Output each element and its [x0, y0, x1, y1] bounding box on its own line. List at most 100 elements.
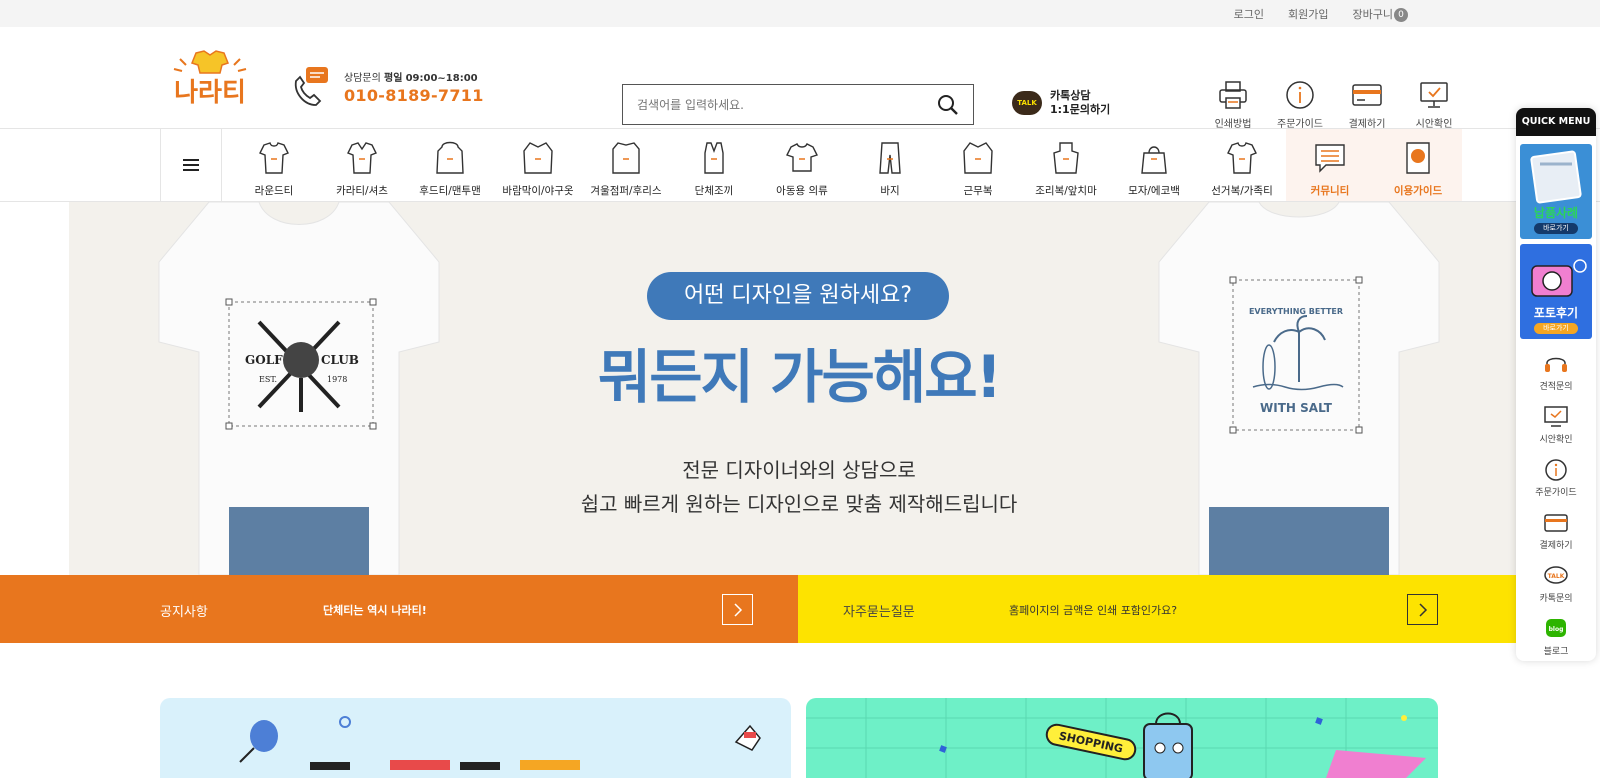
top-links: 로그인 회원가입 장바구니 0: [1234, 0, 1408, 27]
top-bar: 로그인 회원가입 장바구니 0: [0, 0, 1600, 27]
notice-text[interactable]: 단체티는 역시 나라티!: [323, 602, 427, 618]
site-logo[interactable]: 나라티: [160, 49, 260, 109]
kakao-talk-consult[interactable]: TALK 카톡상담 1:1문의하기: [1012, 89, 1110, 117]
category-item[interactable]: 카라티/셔츠: [318, 129, 406, 201]
apron-icon: [1053, 142, 1079, 174]
chevron-right-icon: [733, 602, 742, 617]
qm-blog[interactable]: blog 블로그: [1516, 617, 1596, 657]
category-item[interactable]: 겨울점퍼/후리스: [582, 129, 670, 201]
shirt-text-year: 1978: [327, 375, 347, 384]
site-header: 나라티 상담문의 평일 09:00~18:00 010-8189-7711 TA…: [0, 27, 1600, 130]
kakao-talk-icon: TALK: [1544, 566, 1568, 584]
faq-bar: 자주묻는질문 홈페이지의 금액은 인쇄 포함인가요?: [798, 575, 1540, 643]
blog-badge-text: blog: [1549, 626, 1564, 633]
quick-order-guide[interactable]: 주문가이드: [1275, 79, 1325, 130]
qm-label: 카톡문의: [1539, 594, 1573, 604]
category-label: 선거복/가족티: [1211, 185, 1273, 197]
promo-card-left[interactable]: [160, 698, 791, 778]
info-icon: [1286, 81, 1314, 109]
qm-order-guide[interactable]: 주문가이드: [1516, 458, 1596, 498]
banner-label: 납품사례: [1533, 206, 1579, 220]
faq-text[interactable]: 홈페이지의 금액은 인쇄 포함인가요?: [1009, 602, 1177, 618]
hero-headline: 뭐든지 가능해요!: [597, 343, 1002, 411]
category-label: 조리복/앞치마: [1035, 185, 1097, 197]
qm-label: 시안확인: [1539, 435, 1573, 445]
quick-payment[interactable]: 결제하기: [1342, 79, 1392, 130]
category-nav: 라운드티 카라티/셔츠 후드티/맨투맨 바람막이/야구옷 겨울점퍼/후리스 단체조끼 아동용…: [0, 129, 1600, 202]
category-item[interactable]: 근무복: [934, 129, 1022, 201]
balloon-illustration: [239, 716, 761, 770]
hero-pill: 어떤 디자인을 원하세요?: [647, 272, 949, 320]
search-icon[interactable]: [937, 94, 959, 116]
all-categories-button[interactable]: [160, 129, 222, 201]
quick-draft-check[interactable]: 시안확인: [1409, 79, 1459, 130]
faq-next-button[interactable]: [1407, 594, 1438, 625]
monitor-check-icon: [1420, 82, 1448, 108]
phone-label: 상담문의: [344, 73, 381, 84]
category-item[interactable]: 아동용 의류: [758, 129, 846, 201]
category-label: 커뮤니티: [1310, 185, 1350, 197]
signup-link[interactable]: 회원가입: [1288, 6, 1328, 22]
category-label: 모자/에코백: [1128, 185, 1180, 197]
blog-icon: blog: [1546, 619, 1566, 637]
category-item[interactable]: 라운드티: [230, 129, 318, 201]
category-item[interactable]: 바람막이/야구옷: [494, 129, 582, 201]
notice-bar: 공지사항 단체티는 역시 나라티!: [0, 575, 798, 643]
qm-kakao[interactable]: TALK 카톡문의: [1516, 564, 1596, 604]
hero-subtext-1: 전문 디자이너와의 상담으로: [682, 458, 916, 482]
election-shirt-icon: [1227, 142, 1257, 174]
notice-title[interactable]: 공지사항: [160, 601, 208, 620]
talk-line1: 카톡상담: [1050, 89, 1091, 102]
category-item[interactable]: 단체조끼: [670, 129, 758, 201]
promo-card-right[interactable]: SHOPPING: [806, 698, 1438, 778]
qm-estimate[interactable]: 견적문의: [1516, 352, 1596, 392]
delivery-cases-banner[interactable]: 납품사례 바로가기: [1520, 144, 1592, 239]
category-item[interactable]: 모자/에코백: [1110, 129, 1198, 201]
category-item[interactable]: 바지: [846, 129, 934, 201]
logo-text: 나라티: [174, 78, 246, 108]
hamburger-menu-icon: [183, 159, 199, 171]
qm-label: 결제하기: [1539, 541, 1573, 551]
chevron-right-icon: [1418, 602, 1427, 617]
category-label: 근무복: [963, 185, 993, 197]
hero-subtext-2: 쉽고 빠르게 원하는 디자인으로 맞춤 제작해드립니다: [580, 492, 1018, 516]
guide-icon: [1406, 142, 1430, 174]
qm-draft-check[interactable]: 시안확인: [1516, 405, 1596, 445]
polo-shirt-icon: [347, 142, 377, 174]
pants-icon: [879, 142, 901, 174]
qm-payment[interactable]: 결제하기: [1516, 511, 1596, 551]
shirt-text-club: CLUB: [321, 353, 359, 367]
tshirt-back-illustration: EVERYTHING BETTER WITH SALT: [1158, 202, 1440, 575]
kids-tshirt-icon: [786, 143, 818, 172]
category-item[interactable]: 이용가이드: [1374, 129, 1462, 201]
phone-number[interactable]: 010-8189-7711: [344, 86, 484, 105]
search-input[interactable]: [623, 85, 923, 124]
header-quick-icons: 인쇄방법 주문가이드 결제하기 시안확인: [1208, 79, 1459, 130]
category-label: 라운드티: [254, 185, 294, 197]
cart-link[interactable]: 장바구니 0: [1353, 6, 1408, 22]
category-item[interactable]: 커뮤니티: [1286, 129, 1374, 201]
category-label: 바람막이/야구옷: [502, 185, 574, 197]
vest-icon: [704, 142, 724, 174]
phone-icon: [294, 67, 328, 106]
winter-jacket-icon: [612, 142, 640, 174]
quick-print-method[interactable]: 인쇄방법: [1208, 79, 1258, 130]
login-link[interactable]: 로그인: [1234, 6, 1264, 22]
hero-banner[interactable]: GOLF CLUB EST. 1978 어떤 디자인을 원하세요? 뭐든지 가능…: [69, 202, 1531, 575]
notice-next-button[interactable]: [722, 594, 753, 625]
shirt-text-with-salt: WITH SALT: [1260, 401, 1333, 415]
category-item[interactable]: 후드티/맨투맨: [406, 129, 494, 201]
category-list: 라운드티 카라티/셔츠 후드티/맨투맨 바람막이/야구옷 겨울점퍼/후리스 단체조끼 아동용…: [230, 129, 1462, 201]
credit-card-icon: [1544, 514, 1568, 532]
cart-label: 장바구니: [1352, 7, 1393, 21]
category-item[interactable]: 조리복/앞치마: [1022, 129, 1110, 201]
faq-title[interactable]: 자주묻는질문: [843, 601, 915, 620]
category-item[interactable]: 선거복/가족티: [1198, 129, 1286, 201]
shirt-text-golf: GOLF: [245, 353, 283, 367]
cart-count-badge: 0: [1394, 7, 1408, 22]
photo-review-banner[interactable]: 포토후기 바로가기: [1520, 244, 1592, 339]
shirt-text-est: EST.: [259, 375, 277, 384]
banner-label: 포토후기: [1533, 306, 1579, 320]
monitor-check-icon: [1544, 406, 1568, 427]
tshirt-front-illustration: GOLF CLUB EST. 1978: [158, 202, 440, 575]
